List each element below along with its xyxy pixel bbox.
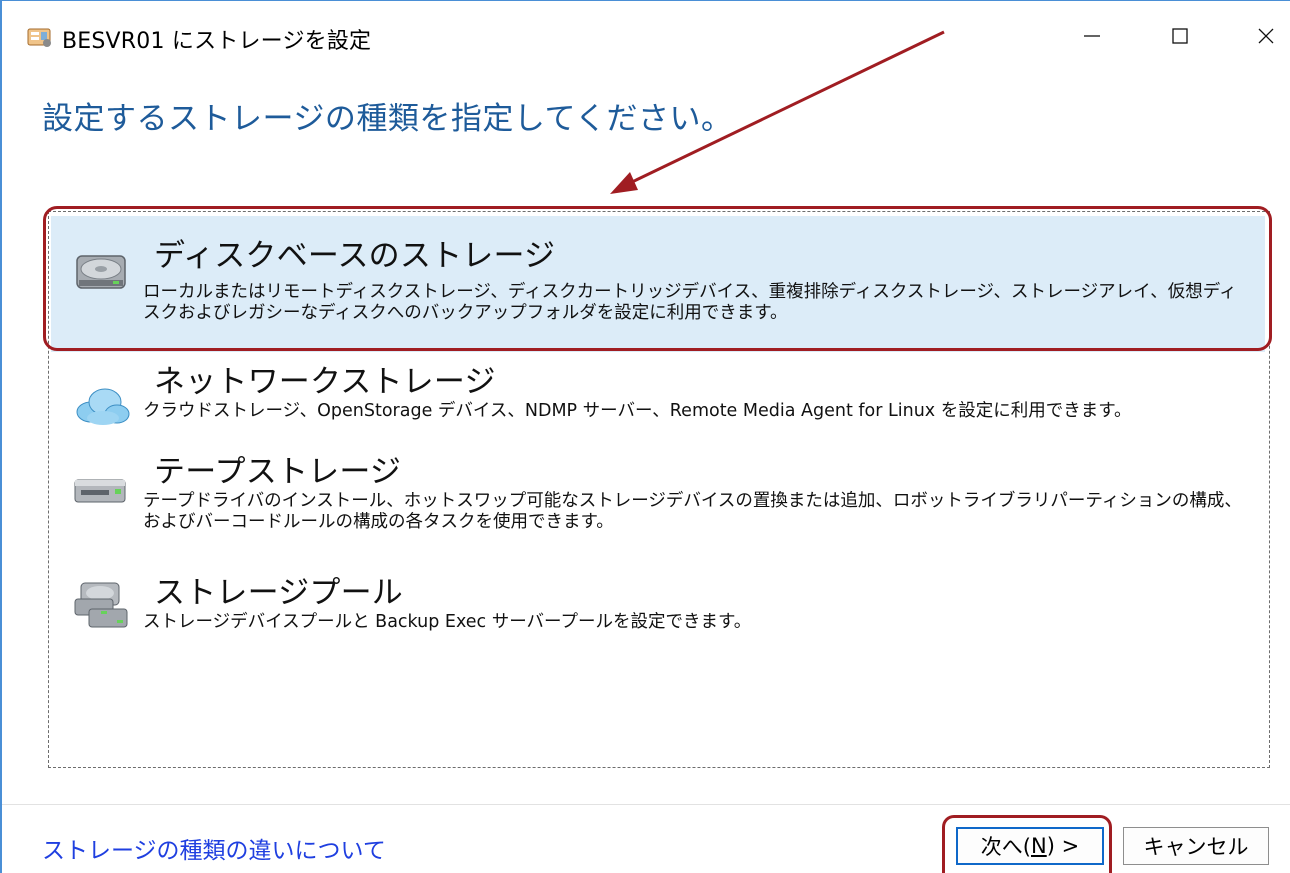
cloud-icon [73,384,131,432]
option-description: ストレージデバイスプールと Backup Exec サーバープールを設定できます… [143,612,752,632]
app-storage-icon [27,25,53,49]
option-disk-storage[interactable]: ディスクベースのストレージ ローカルまたはリモートディスクストレージ、ディスクカ… [51,216,1265,352]
option-description: クラウドストレージ、OpenStorage デバイス、NDMP サーバー、Rem… [143,401,1132,421]
page-heading: 設定するストレージの種類を指定してください。 [42,101,733,137]
next-label-prefix: 次へ( [980,835,1031,859]
window-title: BESVR01 にストレージを設定 [62,29,372,54]
next-button[interactable]: 次へ(N) > [956,827,1104,865]
close-button[interactable] [1236,11,1290,61]
next-label-suffix: ) > [1046,834,1080,858]
next-label-mnemonic: N [1031,834,1047,858]
cancel-button[interactable]: キャンセル [1123,827,1269,865]
minimize-button[interactable] [1062,11,1122,61]
minimize-icon [1084,35,1100,37]
close-icon [1258,28,1274,44]
maximize-icon [1172,28,1188,44]
hard-disk-icon [73,250,129,298]
storage-types-help-link[interactable]: ストレージの種類の違いについて [42,831,386,865]
option-title: ストレージプール [154,575,403,611]
storage-pool-icon [73,581,129,637]
option-network-storage[interactable]: ネットワークストレージ クラウドストレージ、OpenStorage デバイス、N… [51,356,1265,444]
option-description: テープドライバのインストール、ホットスワップ可能なストレージデバイスの置換または… [143,491,1242,532]
footer-divider [2,804,1290,805]
title-bar: BESVR01 にストレージを設定 [2,1,1290,67]
option-title: テープストレージ [154,454,402,490]
option-title: ディスクベースのストレージ [154,238,556,274]
option-description: ローカルまたはリモートディスクストレージ、ディスクカートリッジデバイス、重複排除… [143,282,1237,323]
option-storage-pool[interactable]: ストレージプール ストレージデバイスプールと Backup Exec サーバープ… [51,567,1265,647]
storage-type-list[interactable]: ディスクベースのストレージ ローカルまたはリモートディスクストレージ、ディスクカ… [48,211,1270,768]
dialog-window: BESVR01 にストレージを設定 設定するストレージの種類を指定してください。 [0,0,1290,873]
maximize-button[interactable] [1150,11,1210,61]
option-title: ネットワークストレージ [154,364,496,400]
option-tape-storage[interactable]: テープストレージ テープドライバのインストール、ホットスワップ可能なストレージデ… [51,446,1265,556]
tape-drive-icon [73,474,129,510]
